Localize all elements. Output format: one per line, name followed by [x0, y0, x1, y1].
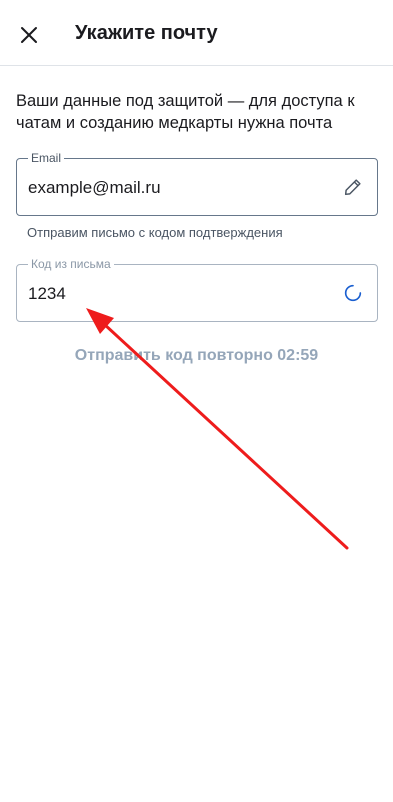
email-helper-text: Отправим письмо с кодом подтверждения: [27, 225, 283, 240]
pencil-icon[interactable]: [341, 175, 365, 199]
code-field-value[interactable]: 1234: [28, 284, 66, 304]
top-app-bar: Укажите почту: [0, 0, 393, 66]
close-icon: [21, 27, 37, 43]
close-button[interactable]: [13, 19, 45, 51]
resend-code-button[interactable]: Отправить код повторно 02:59: [0, 347, 393, 365]
email-field-label: Email: [28, 151, 65, 165]
email-field-value[interactable]: example@mail.ru: [28, 178, 161, 198]
page-title: Укажите почту: [75, 22, 218, 44]
email-field[interactable]: Email example@mail.ru: [16, 151, 378, 216]
intro-text: Ваши данные под защитой — для доступа к …: [16, 92, 355, 132]
loading-spinner-icon: [341, 281, 365, 305]
code-field-label: Код из письма: [28, 257, 114, 271]
email-verification-screen: Укажите почту Ваши данные под защитой — …: [0, 0, 393, 802]
code-field[interactable]: Код из письма 1234: [16, 257, 378, 322]
